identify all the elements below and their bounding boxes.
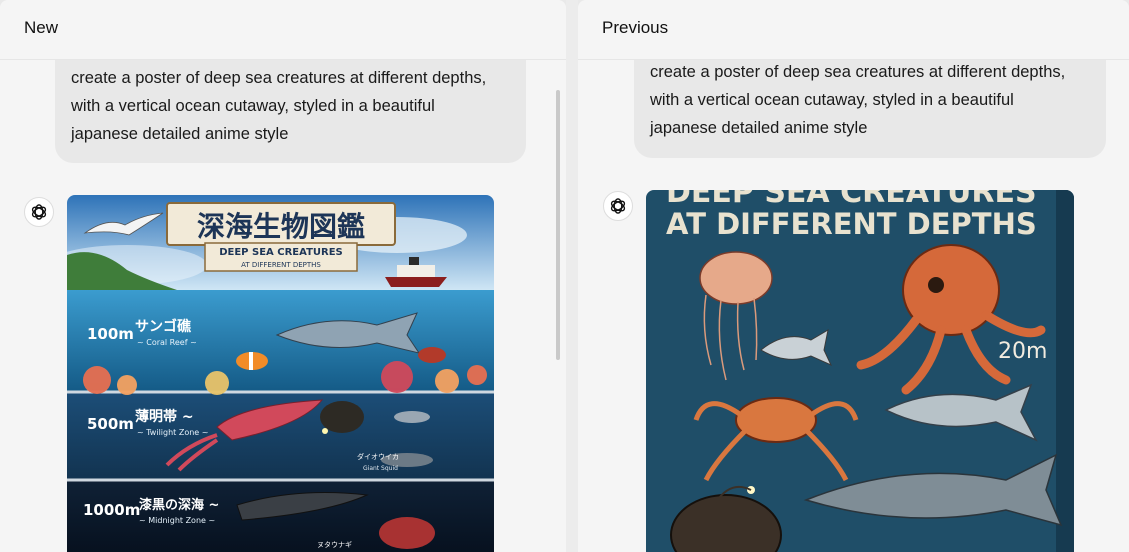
zone-depth-500: 500m xyxy=(87,415,134,433)
zone-name-jp-1000: 漆黒の深海 ~ xyxy=(139,497,219,513)
poster-title-en: DEEP SEA CREATURES xyxy=(219,247,343,258)
poster-title-bottom: AT DIFFERENT DEPTHS xyxy=(666,207,1037,241)
zone-name-en-500: ~ Twilight Zone ~ xyxy=(137,428,208,437)
user-prompt-bubble: create a poster of deep sea creatures at… xyxy=(634,46,1106,158)
poster-depth-label: 20m xyxy=(998,339,1047,364)
openai-logo-icon xyxy=(610,198,626,214)
zone-name-en-1000: ~ Midnight Zone ~ xyxy=(139,516,215,525)
panel-previous: Previous create a poster of deep sea cre… xyxy=(578,0,1129,552)
prompt-line: with a vertical ocean cutaway, styled in… xyxy=(650,91,1014,109)
zone-depth-100: 100m xyxy=(87,325,134,343)
scrollbar-thumb[interactable] xyxy=(556,90,560,360)
panel-divider xyxy=(566,0,578,552)
zone-name-jp-500: 薄明帯 ~ xyxy=(135,408,194,425)
label-squid-jp: ダイオウイカ xyxy=(357,452,399,461)
poster-illustration: 深海生物図鑑 DEEP SEA CREATURES AT DIFFERENT D… xyxy=(67,195,494,552)
generated-image-new[interactable]: 深海生物図鑑 DEEP SEA CREATURES AT DIFFERENT D… xyxy=(67,195,494,552)
prompt-line: japanese detailed anime style xyxy=(650,119,868,137)
comparison-view: New create a poster of deep sea creature… xyxy=(0,0,1129,552)
generated-image-previous[interactable]: DEEP SEA CREATURES AT DIFFERENT DEPTHS 2… xyxy=(646,190,1074,552)
poster-illustration: DEEP SEA CREATURES AT DIFFERENT DEPTHS 2… xyxy=(646,190,1074,552)
zone-name-en-100: ~ Coral Reef ~ xyxy=(137,338,197,347)
panel-new: New create a poster of deep sea creature… xyxy=(0,0,566,552)
panel-title: Previous xyxy=(602,18,669,37)
panel-header: New xyxy=(0,0,566,60)
poster-subtitle-en: AT DIFFERENT DEPTHS xyxy=(241,261,321,269)
zone-name-jp-100: サンゴ礁 xyxy=(135,318,192,335)
prompt-line: create a poster of deep sea creatures at… xyxy=(650,63,1066,81)
zone-depth-1000: 1000m xyxy=(83,501,140,519)
assistant-avatar xyxy=(603,191,633,221)
poster-title-jp: 深海生物図鑑 xyxy=(197,210,365,243)
panel-header: Previous xyxy=(578,0,1129,60)
label-squid-en: Giant Squid xyxy=(363,465,398,472)
user-prompt-bubble: create a poster of deep sea creatures at… xyxy=(55,50,526,163)
panel-title: New xyxy=(24,18,59,37)
label-eel-jp: ヌタウナギ xyxy=(317,540,352,549)
prompt-line: with a vertical ocean cutaway, styled in… xyxy=(71,97,435,115)
prompt-line: create a poster of deep sea creatures at… xyxy=(71,69,487,87)
openai-logo-icon xyxy=(31,204,47,220)
assistant-avatar xyxy=(24,197,54,227)
prompt-line: japanese detailed anime style xyxy=(71,125,289,143)
